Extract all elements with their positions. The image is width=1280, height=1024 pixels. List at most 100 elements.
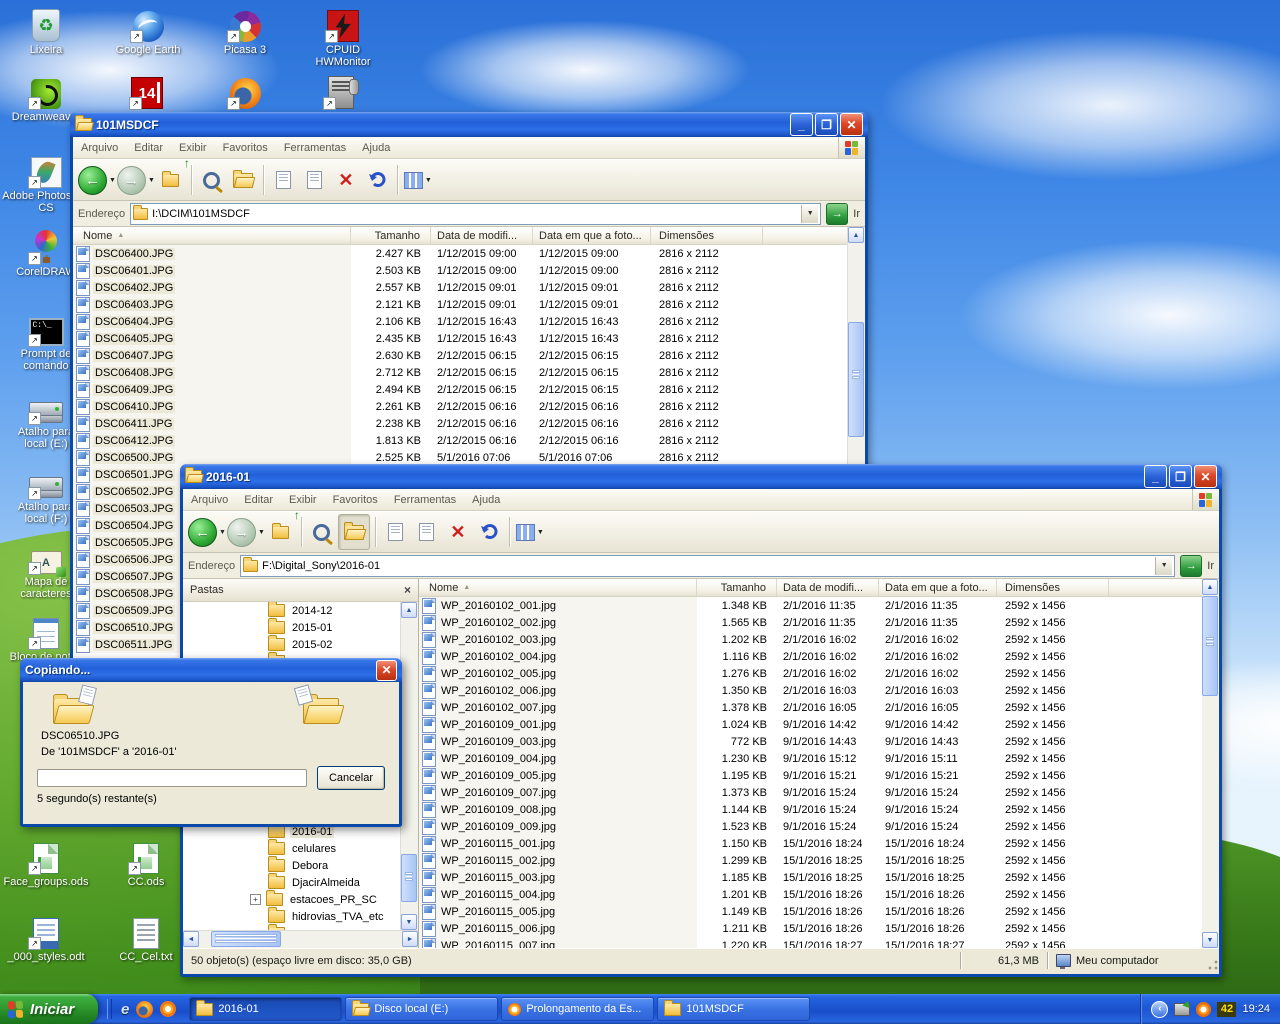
file-row[interactable]: WP_20160109_008.jpg 1.144 KB 9/1/2016 15…	[419, 801, 1202, 818]
scroll-up-icon[interactable]: ▲	[1202, 579, 1218, 595]
close-button[interactable]: ✕	[840, 113, 863, 136]
hwmonitor-temp-badge[interactable]: 42	[1217, 1002, 1236, 1017]
file-row[interactable]: WP_20160102_006.jpg 1.350 KB 2/1/2016 16…	[419, 682, 1202, 699]
desktop-icon-google-earth[interactable]: ↗ Google Earth	[106, 6, 190, 56]
menu-ajuda[interactable]: Ajuda	[464, 492, 508, 508]
file-row[interactable]: WP_20160115_005.jpg 1.149 KB 15/1/2016 1…	[419, 903, 1202, 920]
desktop-icon-lixeira[interactable]: ♻ Lixeira	[4, 6, 88, 56]
desktop-icon-hardware-monitor[interactable]: ↗	[299, 73, 383, 111]
file-row[interactable]: DSC06408.JPG 2.712 KB 2/12/2015 06:15 2/…	[73, 364, 865, 381]
delete-button[interactable]: ✕	[331, 163, 361, 197]
task-button[interactable]: 101MSDCF	[657, 997, 810, 1021]
forward-button[interactable]: →▼	[227, 515, 265, 549]
move-to-button[interactable]	[381, 515, 411, 549]
tree-item[interactable]: DjacirAlmeida	[183, 874, 402, 891]
safely-remove-hardware-icon[interactable]	[1174, 1003, 1190, 1016]
menu-favoritos[interactable]: Favoritos	[215, 140, 276, 156]
maximize-button[interactable]: ❐	[1169, 465, 1192, 488]
views-button[interactable]: ▼	[515, 515, 545, 549]
chrome-icon[interactable]	[160, 1001, 176, 1017]
file-row[interactable]: WP_20160102_003.jpg 1.202 KB 2/1/2016 16…	[419, 631, 1202, 648]
tree-scrollbar-vertical[interactable]: ▲ ▼	[400, 602, 418, 930]
file-row[interactable]: WP_20160102_004.jpg 1.116 KB 2/1/2016 16…	[419, 648, 1202, 665]
menu-ferramentas[interactable]: Ferramentas	[276, 140, 354, 156]
undo-button[interactable]	[474, 515, 504, 549]
go-button[interactable]: →	[826, 203, 848, 225]
column-header[interactable]: Data em que a foto...	[879, 579, 997, 596]
delete-button[interactable]: ✕	[443, 515, 473, 549]
desktop-icon-000-styles-odt[interactable]: ↗ _000_styles.odt	[0, 913, 94, 963]
folders-button[interactable]	[228, 163, 258, 197]
desktop-icon-face-groups-ods[interactable]: ↗ Face_groups.ods	[0, 838, 94, 888]
views-button[interactable]: ▼	[403, 163, 433, 197]
desktop-icon-cc-ods[interactable]: ↗ CC.ods	[104, 838, 188, 888]
maximize-button[interactable]: ❐	[815, 113, 838, 136]
tray-app-icon[interactable]	[1196, 1002, 1211, 1017]
menu-editar[interactable]: Editar	[126, 140, 171, 156]
desktop-icon-firefox[interactable]: ↗	[203, 73, 287, 111]
file-row[interactable]: WP_20160102_001.jpg 1.348 KB 2/1/2016 11…	[419, 597, 1202, 614]
close-pane-icon[interactable]: ×	[404, 583, 411, 597]
close-button[interactable]: ✕	[376, 660, 397, 681]
file-row[interactable]: DSC06400.JPG 2.427 KB 1/12/2015 09:00 1/…	[73, 245, 865, 262]
file-row[interactable]: DSC06401.JPG 2.503 KB 1/12/2015 09:00 1/…	[73, 262, 865, 279]
desktop-icon-picasa-3[interactable]: ↗ Picasa 3	[203, 6, 287, 56]
file-row[interactable]: DSC06405.JPG 2.435 KB 1/12/2015 16:43 1/…	[73, 330, 865, 347]
copy-to-button[interactable]	[412, 515, 442, 549]
tree-expand-icon[interactable]: +	[250, 894, 261, 905]
column-header[interactable]: Nome▲	[419, 579, 697, 596]
address-input-w2[interactable]: F:\Digital_Sony\2016-01 ▼	[240, 555, 1175, 577]
file-row[interactable]: WP_20160109_005.jpg 1.195 KB 9/1/2016 15…	[419, 767, 1202, 784]
copy-to-button[interactable]	[300, 163, 330, 197]
file-row[interactable]: DSC06409.JPG 2.494 KB 2/12/2015 06:15 2/…	[73, 381, 865, 398]
desktop-icon-cpuid-hwmonitor[interactable]: ↗ CPUID HWMonitor	[301, 6, 385, 68]
file-row[interactable]: WP_20160102_007.jpg 1.378 KB 2/1/2016 16…	[419, 699, 1202, 716]
file-row[interactable]: DSC06402.JPG 2.557 KB 1/12/2015 09:01 1/…	[73, 279, 865, 296]
window2-titlebar[interactable]: 2016-01 _ ❐ ✕	[180, 464, 1222, 489]
start-button[interactable]: Iniciar	[0, 994, 98, 1024]
file-row[interactable]: WP_20160115_001.jpg 1.150 KB 15/1/2016 1…	[419, 835, 1202, 852]
scroll-down-icon[interactable]: ▼	[401, 914, 417, 930]
internet-explorer-icon[interactable]: e	[121, 1001, 129, 1018]
task-button[interactable]: Disco local (E:)	[345, 997, 498, 1021]
desktop-icon-cc-cel-txt[interactable]: CC_Cel.txt	[104, 913, 188, 963]
tree-item[interactable]: 2015-02	[183, 636, 418, 653]
file-row[interactable]: WP_20160115_004.jpg 1.201 KB 15/1/2016 1…	[419, 886, 1202, 903]
close-button[interactable]: ✕	[1194, 465, 1217, 488]
menu-favoritos[interactable]: Favoritos	[325, 492, 386, 508]
file-row[interactable]: WP_20160109_007.jpg 1.373 KB 9/1/2016 15…	[419, 784, 1202, 801]
up-button[interactable]: ↑	[266, 515, 296, 549]
menu-arquivo[interactable]: Arquivo	[73, 140, 126, 156]
scroll-left-icon[interactable]: ◄	[183, 931, 199, 947]
go-button[interactable]: →	[1180, 555, 1202, 577]
file-row[interactable]: WP_20160115_006.jpg 1.211 KB 15/1/2016 1…	[419, 920, 1202, 937]
file-row[interactable]: DSC06411.JPG 2.238 KB 2/12/2015 06:16 2/…	[73, 415, 865, 432]
tree-item[interactable]: celulares	[183, 840, 402, 857]
search-button[interactable]	[307, 515, 337, 549]
file-row[interactable]: DSC06404.JPG 2.106 KB 1/12/2015 16:43 1/…	[73, 313, 865, 330]
address-input-w1[interactable]: I:\DCIM\101MSDCF ▼	[130, 203, 821, 225]
menu-ajuda[interactable]: Ajuda	[354, 140, 398, 156]
desktop-icon-app-14[interactable]: 14↗	[105, 73, 189, 111]
scrollbar-vertical-w2[interactable]: ▲ ▼	[1202, 579, 1219, 948]
tree-item[interactable]: Debora	[183, 857, 402, 874]
menu-exibir[interactable]: Exibir	[281, 492, 325, 508]
tree-item[interactable]: 2014-12	[183, 602, 418, 619]
column-header[interactable]: Data de modifi...	[431, 227, 533, 244]
file-row[interactable]: DSC06403.JPG 2.121 KB 1/12/2015 09:01 1/…	[73, 296, 865, 313]
up-button[interactable]: ↑	[156, 163, 186, 197]
column-header[interactable]: Dimensões	[651, 227, 763, 244]
file-row[interactable]: DSC06407.JPG 2.630 KB 2/12/2015 06:15 2/…	[73, 347, 865, 364]
address-dropdown[interactable]: ▼	[1155, 557, 1172, 575]
column-header[interactable]: Dimensões	[997, 579, 1109, 596]
menu-ferramentas[interactable]: Ferramentas	[386, 492, 464, 508]
minimize-button[interactable]: _	[790, 113, 813, 136]
scroll-up-icon[interactable]: ▲	[401, 602, 417, 618]
column-header[interactable]: Data em que a foto...	[533, 227, 651, 244]
firefox-icon[interactable]	[136, 1001, 153, 1018]
scroll-up-icon[interactable]: ▲	[848, 227, 864, 243]
menu-exibir[interactable]: Exibir	[171, 140, 215, 156]
column-header[interactable]: Nome▲	[73, 227, 351, 244]
file-row[interactable]: WP_20160109_001.jpg 1.024 KB 9/1/2016 14…	[419, 716, 1202, 733]
file-row[interactable]: WP_20160115_003.jpg 1.185 KB 15/1/2016 1…	[419, 869, 1202, 886]
